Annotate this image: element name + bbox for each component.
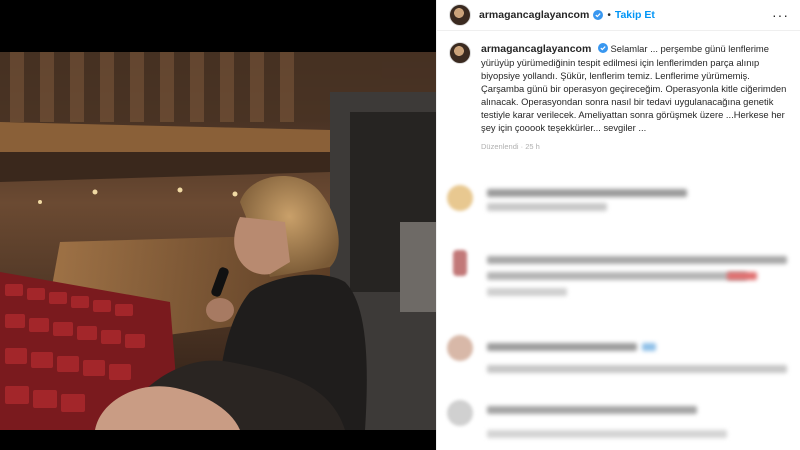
caption-body: armagancaglayancom Selamlar ... perşembe… bbox=[481, 42, 795, 153]
author-avatar[interactable] bbox=[449, 4, 471, 26]
comment-text-blurred bbox=[487, 189, 687, 197]
author-username[interactable]: armagancaglayancom bbox=[479, 9, 589, 21]
caption-username[interactable]: armagancaglayancom bbox=[481, 43, 591, 55]
comment-meta-blurred bbox=[487, 288, 567, 296]
header-separator: • bbox=[607, 9, 611, 21]
post-media-area bbox=[0, 0, 436, 450]
comment-avatar bbox=[447, 400, 473, 426]
comment-item bbox=[447, 250, 795, 296]
instagram-post-view: armagancaglayancom • Takip Et ··· armaga… bbox=[0, 0, 800, 450]
caption-author-avatar[interactable] bbox=[449, 42, 471, 64]
comment-text-blurred bbox=[487, 343, 637, 351]
comment-item bbox=[447, 335, 795, 375]
caption-verified-icon bbox=[597, 43, 608, 53]
comment-avatar bbox=[453, 250, 467, 276]
follow-button[interactable]: Takip Et bbox=[615, 9, 655, 21]
comment-text-blurred bbox=[487, 365, 787, 373]
comment-emoji-blurred bbox=[642, 343, 656, 351]
post-caption: armagancaglayancom Selamlar ... perşembe… bbox=[449, 42, 795, 153]
comment-text-blurred bbox=[487, 256, 787, 264]
post-sidebar: armagancaglayancom • Takip Et ··· armaga… bbox=[436, 0, 800, 450]
comment-meta-blurred bbox=[487, 203, 607, 211]
comment-emoji-blurred bbox=[727, 272, 757, 280]
comment-item bbox=[447, 400, 795, 440]
comment-avatar bbox=[447, 185, 473, 211]
comment-item bbox=[447, 185, 795, 225]
post-header: armagancaglayancom • Takip Et ··· bbox=[437, 0, 800, 31]
post-photo[interactable] bbox=[0, 52, 436, 430]
comment-text-blurred bbox=[487, 272, 747, 280]
caption-meta: Düzenlendi · 25 h bbox=[481, 142, 540, 151]
comment-text-blurred bbox=[487, 406, 697, 414]
caption-text: Selamlar ... perşembe günü lenflerime yü… bbox=[481, 43, 787, 133]
theater-photo-illustration bbox=[0, 52, 436, 430]
comment-avatar bbox=[447, 335, 473, 361]
verified-badge-icon bbox=[593, 10, 604, 20]
comment-meta-blurred bbox=[487, 430, 727, 438]
more-options-icon[interactable]: ··· bbox=[772, 7, 789, 23]
